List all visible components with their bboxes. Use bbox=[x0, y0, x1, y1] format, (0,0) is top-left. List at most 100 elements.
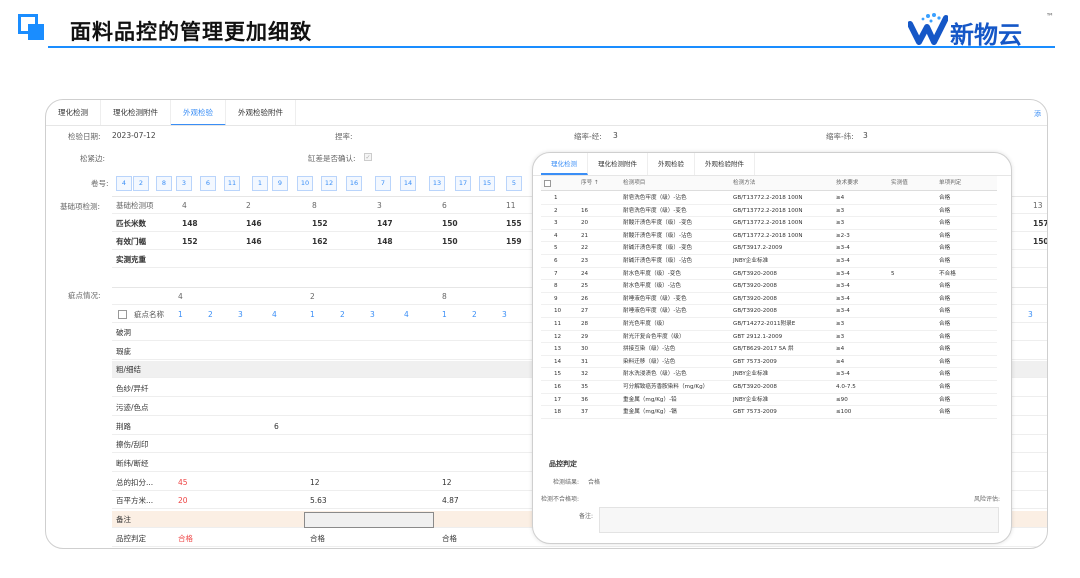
defect-sub-number: 1 bbox=[178, 310, 183, 319]
basic-value-cell: 157 bbox=[1033, 219, 1048, 228]
weft-shrink-label: 缩率-纬: bbox=[826, 132, 854, 141]
physchem-cell: ≥3 bbox=[836, 220, 845, 227]
defect-value-roll3 bbox=[438, 343, 442, 360]
defect-sub-number: 4 bbox=[404, 310, 409, 319]
note-textarea[interactable] bbox=[599, 507, 999, 533]
defect-value-roll3 bbox=[438, 418, 442, 435]
add-link[interactable]: 添 bbox=[1034, 109, 1041, 119]
roll-number-tag[interactable]: 11 bbox=[224, 176, 240, 191]
physchem-cell: 28 bbox=[581, 321, 589, 327]
select-all-checkbox[interactable] bbox=[118, 310, 127, 319]
physchem-cell: 5 bbox=[891, 270, 895, 277]
physchem-row: 17 36 重金属（mg/Kg）-铅 JNBY企业标准 ≤90 合格 bbox=[541, 394, 997, 407]
defect-roll-number: 2 bbox=[310, 292, 315, 301]
warp-shrink-value: 3 bbox=[613, 131, 618, 140]
defect-sub-number: 3 bbox=[370, 310, 375, 319]
physchem-cell: 6 bbox=[554, 258, 558, 264]
physchem-tab-1[interactable]: 理化检测 bbox=[541, 153, 588, 175]
physchem-cell: 4.0-7.5 bbox=[836, 384, 856, 390]
physchem-cell: ≥3-4 bbox=[836, 295, 850, 302]
defect-value-roll2 bbox=[306, 399, 310, 416]
physchem-tab-2[interactable]: 理化检测附件 bbox=[588, 153, 648, 175]
roll-number-tag[interactable]: 13 bbox=[429, 176, 445, 191]
physchem-cell: ≥2-3 bbox=[836, 232, 850, 239]
basic-value-cell: 159 bbox=[506, 237, 522, 246]
physchem-cell: GB/T13772.2-2018 100N bbox=[733, 232, 803, 239]
defect-name: 瑕疵 bbox=[116, 346, 131, 356]
physchem-tab-4[interactable]: 外观检验附件 bbox=[695, 153, 755, 175]
roll-number-tag[interactable]: 9 bbox=[272, 176, 288, 191]
physchem-cell: 27 bbox=[581, 308, 589, 315]
defect-name: 污迹/色点 bbox=[116, 402, 149, 412]
basic-value-cell: 147 bbox=[377, 219, 393, 228]
basic-header-cell: 4 bbox=[182, 201, 187, 210]
physchem-cell: 15 bbox=[554, 371, 562, 378]
defect-value-roll1 bbox=[174, 361, 178, 378]
physchem-cell: ≥3-4 bbox=[836, 371, 850, 378]
basic-value-cell: 152 bbox=[182, 237, 198, 246]
defect-value-roll3 bbox=[438, 399, 442, 416]
defect-value-roll2 bbox=[306, 380, 310, 397]
defect-value-roll3 bbox=[438, 361, 442, 378]
defect-value-roll2 bbox=[306, 455, 310, 472]
physchem-cell: 耐酸汗渍色牢度（级）-沾色 bbox=[623, 232, 693, 239]
physchem-cell: GBT 2912.1-2009 bbox=[733, 333, 783, 340]
physchem-cell: JNBY企业标准 bbox=[733, 258, 769, 264]
roll-number-tag[interactable]: 8 bbox=[156, 176, 172, 191]
basic-value-cell bbox=[178, 251, 182, 268]
physchem-cell: 耐碱汗渍色牢度（级）-沾色 bbox=[623, 258, 693, 264]
note-cell-input[interactable] bbox=[304, 512, 434, 528]
defect-value-roll2: 12 bbox=[310, 477, 320, 487]
roll-number-tag[interactable]: 15 bbox=[479, 176, 495, 191]
tab-3[interactable]: 外观检验 bbox=[171, 100, 226, 126]
physchem-header-cell: 检测方法 bbox=[733, 180, 756, 186]
physchem-cell: ≥4 bbox=[836, 358, 845, 365]
vat-diff-checkbox[interactable]: ✓ bbox=[364, 153, 372, 161]
roll-number-tag[interactable]: 10 bbox=[297, 176, 313, 191]
physchem-row: 10 27 耐唾液色牢度（级）-沾色 GB/T3920-2008 ≥3-4 合格 bbox=[541, 305, 997, 318]
physchem-cell: ≥3-4 bbox=[836, 270, 850, 277]
physchem-cell: ≤90 bbox=[836, 396, 848, 403]
physchem-window: 理化检测 理化检测附件 外观检验 外观检验附件 序号 ↑ 检测项目 检测方法 技术要求 实测值… bbox=[532, 152, 1012, 544]
roll-number-tag[interactable]: 2 bbox=[133, 176, 149, 191]
physchem-cell: 2 bbox=[554, 207, 558, 214]
roll-number-tag[interactable]: 6 bbox=[200, 176, 216, 191]
defect-name: 备注 bbox=[116, 515, 131, 524]
basic-value-cell: 146 bbox=[246, 237, 262, 246]
roll-number-tag[interactable]: 4 bbox=[116, 176, 132, 191]
roll-number-tag[interactable]: 16 bbox=[346, 176, 362, 191]
defect-value-roll2: 合格 bbox=[310, 533, 325, 543]
defect-sub-number: 3 bbox=[1028, 310, 1033, 319]
roll-number-tag[interactable]: 7 bbox=[375, 176, 391, 191]
defect-name: 品控判定 bbox=[116, 533, 146, 543]
header-checkbox[interactable] bbox=[544, 180, 551, 187]
physchem-cell: ≥3-4 bbox=[836, 258, 850, 264]
roll-number-tag[interactable]: 5 bbox=[506, 176, 522, 191]
defect-value-roll3 bbox=[438, 380, 442, 397]
slide-title: 面料品控的管理更加细致 bbox=[70, 20, 312, 44]
physchem-cell: 耐皂洗色牢度（级）-沾色 bbox=[623, 195, 687, 201]
shrink-label: 捏率: bbox=[335, 132, 353, 141]
roll-number-tag[interactable]: 12 bbox=[321, 176, 337, 191]
roll-number-tag[interactable]: 14 bbox=[400, 176, 416, 191]
physchem-cell: 16 bbox=[554, 384, 562, 390]
physchem-row: 14 31 染料迁移（级）-沾色 GBT 7573-2009 ≥4 合格 bbox=[541, 356, 997, 369]
physchem-cell: 3 bbox=[554, 220, 558, 227]
roll-number-tag[interactable]: 3 bbox=[176, 176, 192, 191]
physchem-cell: 合格 bbox=[939, 409, 951, 416]
defect-name: 擦伤/刮印 bbox=[116, 440, 149, 450]
tab-2[interactable]: 理化检测附件 bbox=[101, 100, 171, 126]
defect-name-header: 疵点名称 bbox=[134, 310, 164, 319]
physchem-cell: 耐水色牢度（级）-沾色 bbox=[623, 283, 681, 290]
physchem-row: 3 20 耐酸汗渍色牢度（级）-变色 GB/T13772.2-2018 100N ≥3 合… bbox=[541, 217, 997, 230]
tab-1[interactable]: 理化检测 bbox=[46, 100, 101, 126]
physchem-tab-3[interactable]: 外观检验 bbox=[648, 153, 695, 175]
brand-logo: 新物云 ™ bbox=[908, 12, 1068, 49]
basic-value-cell: 162 bbox=[312, 237, 328, 246]
defect-value-roll1 bbox=[174, 343, 178, 360]
physchem-cell: 32 bbox=[581, 371, 589, 378]
physchem-cell: 重金属（mg/Kg）-铅 bbox=[623, 396, 677, 403]
roll-number-tag[interactable]: 1 bbox=[252, 176, 268, 191]
tab-4[interactable]: 外观检验附件 bbox=[226, 100, 296, 126]
roll-number-tag[interactable]: 17 bbox=[455, 176, 471, 191]
